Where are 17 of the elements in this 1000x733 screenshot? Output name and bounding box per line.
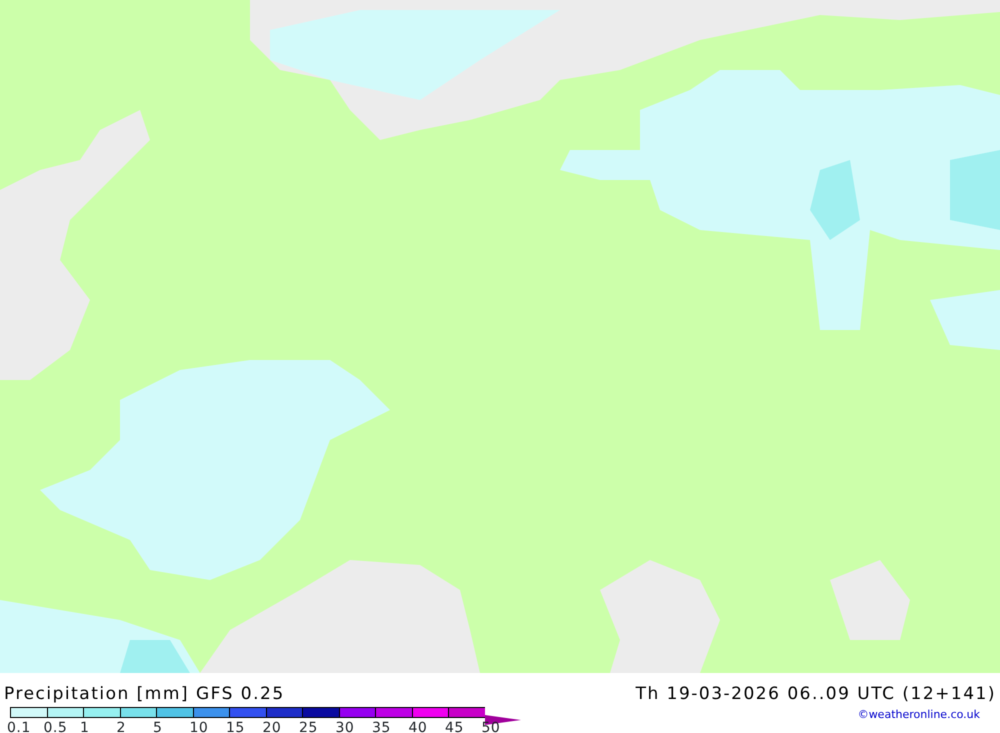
legend-label: 40 (408, 721, 428, 733)
legend-label: 30 (336, 721, 354, 733)
legend-label: 15 (226, 721, 245, 733)
credit-link[interactable]: ©weatheronline.co.uk (858, 707, 980, 724)
legend-label: 0.1 (7, 721, 31, 733)
valid-time: Th 19-03-2026 06..09 UTC (12+141) (636, 686, 996, 703)
legend-label: 50 (482, 721, 500, 733)
legend-label: 10 (190, 721, 208, 733)
legend-label: 1 (80, 721, 90, 733)
legend-label: 45 (445, 721, 464, 733)
legend-label: 35 (372, 721, 391, 733)
legend-label: 0.5 (44, 721, 68, 733)
legend-label: 20 (262, 721, 282, 733)
legend-label: 25 (299, 721, 318, 733)
map-title: Precipitation [mm] GFS 0.25 (4, 686, 285, 703)
legend-label: 2 (116, 721, 126, 733)
legend-label: 5 (153, 721, 162, 733)
